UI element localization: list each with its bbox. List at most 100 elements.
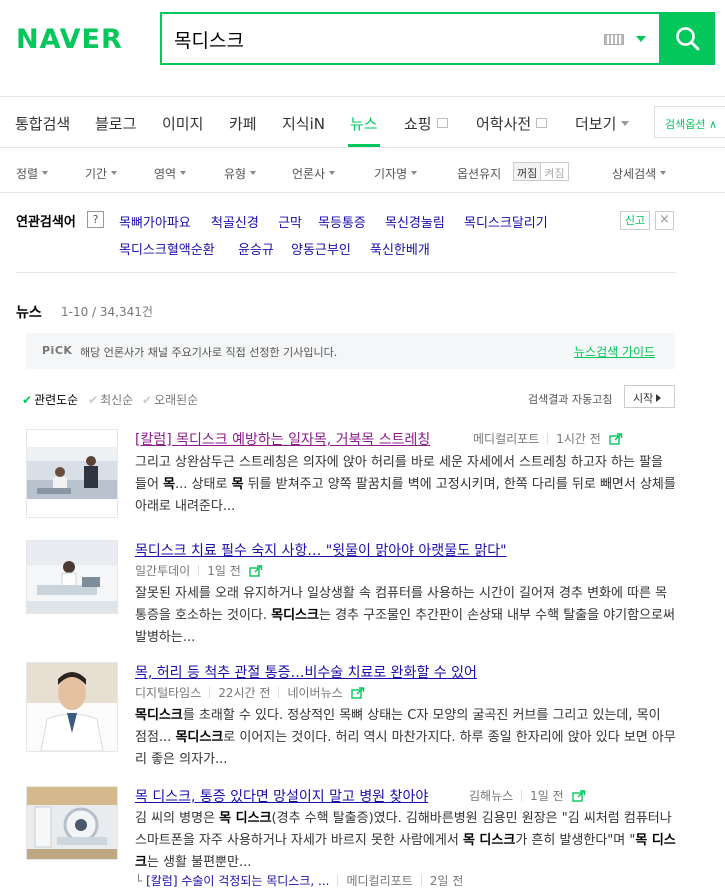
related-keyword[interactable]: 양동근부인 xyxy=(291,239,351,258)
sort-latest[interactable]: ✔ 최신순 xyxy=(88,391,133,408)
stretching-photo-image xyxy=(27,430,117,517)
option-keep-label: 옵션유지 xyxy=(457,167,502,181)
related-keyword[interactable]: 목등통증 xyxy=(318,212,366,231)
press-name[interactable]: 일간투데이 xyxy=(135,564,190,578)
toggle-off-option[interactable]: 꺼짐 xyxy=(514,163,542,180)
chevron-down-icon xyxy=(111,171,118,175)
filter-press[interactable]: 언론사 xyxy=(292,165,336,182)
press-name[interactable]: 디지털타임스 xyxy=(135,686,201,700)
pick-badge: PiCK xyxy=(42,344,73,357)
corner-arrow-icon: └ xyxy=(135,874,143,888)
share-icon[interactable] xyxy=(572,790,586,802)
news-time: 1일 전 xyxy=(530,789,564,803)
related-article-link[interactable]: [칼럼] 수술이 걱정되는 목디스크, ... xyxy=(146,874,329,888)
check-icon: ✔ xyxy=(88,393,99,407)
press-name[interactable]: 메디컬리포트 xyxy=(473,432,539,446)
chevron-up-icon: ∧ xyxy=(708,118,718,131)
related-keyword[interactable]: 윤승규 xyxy=(238,239,274,258)
related-keyword[interactable]: 근막 xyxy=(278,212,302,231)
autocomplete-toggle-icon[interactable] xyxy=(636,36,646,42)
naver-logo[interactable]: NAVER xyxy=(16,24,123,55)
news-title-link[interactable]: 목, 허리 등 척추 관절 통증…비수술 치료로 완화할 수 있어 xyxy=(135,662,477,682)
tab-blog[interactable]: 블로그 xyxy=(95,113,136,134)
search-button[interactable] xyxy=(660,12,715,65)
related-keyword[interactable]: 목뼈가아파요 xyxy=(119,212,191,231)
option-keep-toggle[interactable]: 꺼짐 켜짐 xyxy=(513,162,569,181)
filter-area[interactable]: 영역 xyxy=(154,165,187,182)
news-thumbnail[interactable] xyxy=(26,786,118,860)
tab-dictionary[interactable]: 어학사전 xyxy=(476,113,548,134)
sort-latest-label: 최신순 xyxy=(100,393,134,407)
related-keyword[interactable]: 목디스크달리기 xyxy=(464,212,548,231)
related-keyword[interactable]: 푹신한베개 xyxy=(370,239,430,258)
news-snippet: 김 씨의 병명은 목 디스크(경추 수핵 탈출증)였다. 김해바른병원 김용민 … xyxy=(135,811,676,870)
news-snippet: 목디스크를 초래할 수 있다. 정상적인 목뼈 상태는 C자 모양의 굴곡진 커… xyxy=(135,708,676,767)
filter-bar: 정렬 기간 영역 유형 언론사 기자명 옵션유지 꺼짐 켜짐 상세검색 xyxy=(0,149,725,193)
report-button[interactable]: 신고 xyxy=(620,211,650,230)
divider xyxy=(547,433,549,444)
share-icon[interactable] xyxy=(249,565,263,577)
tab-image[interactable]: 이미지 xyxy=(162,113,203,134)
press-name[interactable]: 메디컬리포트 xyxy=(346,874,412,888)
search-input[interactable] xyxy=(174,26,594,52)
tab-shopping-label: 쇼핑 xyxy=(404,115,432,133)
filter-reporter[interactable]: 기자명 xyxy=(374,165,418,182)
doctor-photo-image xyxy=(27,663,117,751)
press-name[interactable]: 김해뉴스 xyxy=(469,789,513,803)
divider xyxy=(209,687,211,698)
filter-type[interactable]: 유형 xyxy=(224,165,257,182)
close-icon[interactable]: × xyxy=(655,211,674,230)
tab-news[interactable]: 뉴스 xyxy=(350,113,378,134)
toggle-on-option[interactable]: 켜짐 xyxy=(541,163,567,180)
news-title-link[interactable]: 목 디스크, 통증 있다면 망설이지 말고 병원 찾아야 xyxy=(135,786,428,806)
filter-reporter-label: 기자명 xyxy=(374,167,408,181)
news-time: 2일 전 xyxy=(429,874,464,888)
news-time: 22시간 전 xyxy=(218,686,271,700)
chevron-down-icon xyxy=(329,171,336,175)
news-title-link[interactable]: 목디스크 치료 필수 숙지 사항… "윗물이 맑아야 아랫물도 맑다" xyxy=(135,540,507,560)
divider xyxy=(521,790,523,801)
filter-sort[interactable]: 정렬 xyxy=(16,165,49,182)
check-icon: ✔ xyxy=(22,393,33,407)
naver-news-link[interactable]: 네이버뉴스 xyxy=(287,686,342,700)
tab-cafe[interactable]: 카페 xyxy=(229,113,257,134)
keyboard-icon[interactable] xyxy=(604,34,624,45)
active-tab-indicator xyxy=(348,144,380,147)
pick-description: 해당 언론사가 채널 주요기사로 직접 선정한 기사입니다. xyxy=(80,346,338,359)
news-meta: 디지털타임스 22시간 전 네이버뉴스 xyxy=(135,684,365,701)
search-box xyxy=(160,12,661,65)
tab-kin[interactable]: 지식iN xyxy=(282,113,325,134)
news-title-link[interactable]: [칼럼] 목디스크 예방하는 일자목, 거북목 스트레칭 xyxy=(135,429,430,449)
search-options-button[interactable]: 검색옵션 ∧ xyxy=(654,106,725,138)
filter-detail[interactable]: 상세검색 xyxy=(612,165,667,182)
play-icon xyxy=(656,394,662,402)
share-icon[interactable] xyxy=(609,433,623,445)
tab-integrated[interactable]: 통합검색 xyxy=(15,113,70,134)
related-keyword[interactable]: 척골신경 xyxy=(211,212,259,231)
filter-period[interactable]: 기간 xyxy=(85,165,118,182)
pick-notice: PiCK 해당 언론사가 채널 주요기사로 직접 선정한 기사입니다. 뉴스검색… xyxy=(26,333,675,369)
auto-refresh-start-button[interactable]: 시작 xyxy=(624,385,675,408)
sort-relevance-label: 관련도순 xyxy=(34,393,79,407)
news-meta: 메디컬리포트 1시간 전 xyxy=(473,430,623,447)
search-icon xyxy=(676,27,700,51)
share-icon[interactable] xyxy=(350,687,365,699)
news-snippet: 잘못된 자세를 오래 유지하거나 일상생활 속 컴퓨터를 사용하는 시간이 길어… xyxy=(135,586,675,645)
news-search-guide-link[interactable]: 뉴스검색 가이드 xyxy=(574,343,655,360)
tab-more[interactable]: 더보기 xyxy=(575,113,630,134)
sort-oldest[interactable]: ✔ 오래된순 xyxy=(142,391,198,408)
clinic-photo-image xyxy=(27,541,117,613)
external-link-icon xyxy=(536,118,548,128)
sort-relevance[interactable]: ✔ 관련도순 xyxy=(22,391,78,408)
search-tabs: 통합검색 블로그 이미지 카페 지식iN 뉴스 쇼핑 어학사전 더보기 검색옵션… xyxy=(0,96,725,148)
related-keyword[interactable]: 목신경눌림 xyxy=(385,212,445,231)
tab-dictionary-label: 어학사전 xyxy=(476,115,532,133)
hospital-equipment-image xyxy=(27,787,117,859)
news-thumbnail[interactable] xyxy=(26,662,118,752)
news-thumbnail[interactable] xyxy=(26,429,118,518)
news-thumbnail[interactable] xyxy=(26,540,118,614)
related-keyword[interactable]: 목디스크혈액순환 xyxy=(119,239,215,258)
help-icon[interactable]: ? xyxy=(87,211,104,228)
divider xyxy=(198,565,200,576)
tab-shopping[interactable]: 쇼핑 xyxy=(404,113,448,134)
